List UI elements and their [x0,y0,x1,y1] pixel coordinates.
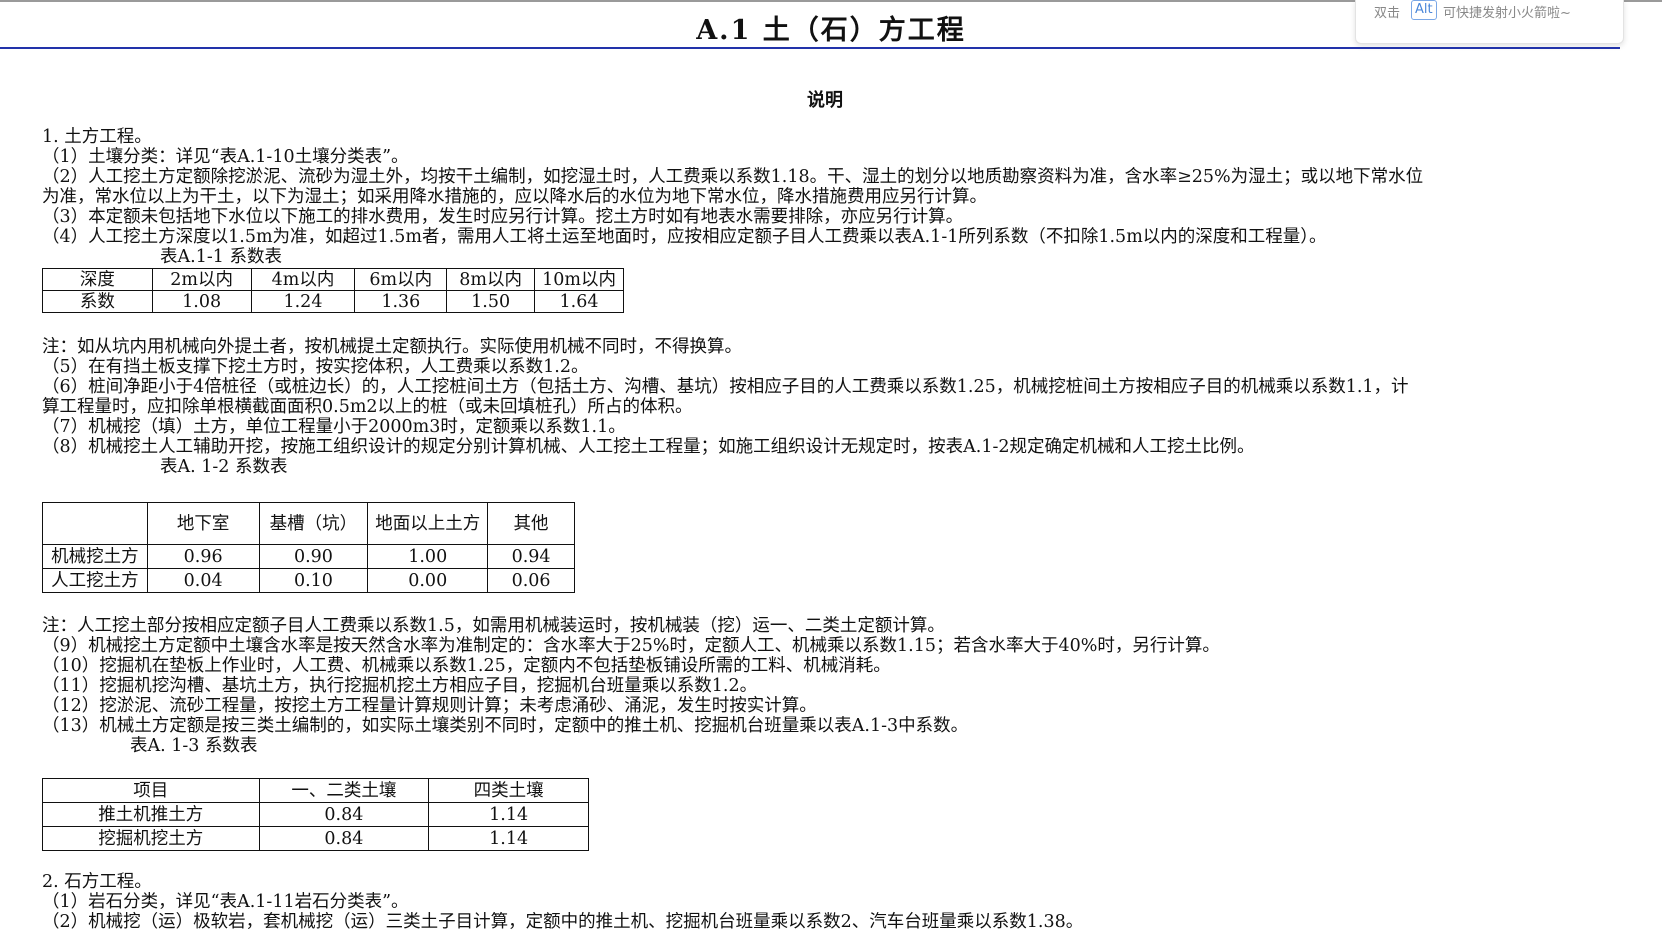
para-rockwork-heading: 2. 石方工程。 [42,872,152,892]
section-heading: 说明 [807,90,843,111]
table-cell: 1.24 [250,290,356,313]
table-cell: 其他 [487,502,575,545]
para-13: （13）机械土方定额是按三类土编制的，如实际土壤类别不同时，定额中的推土机、挖掘… [42,716,969,736]
table2-caption: 表A. 1-2 系数表 [160,457,288,477]
table-row: 系数 1.08 1.24 1.36 1.50 1.64 [42,290,624,313]
table-cell: 0.96 [146,544,260,569]
para-2-cont: 为准，常水位以上为干土，以下为湿土；如采用降水措施的，应以降水后的水位为地下常水… [42,187,987,207]
table-cell: 1.00 [367,544,489,569]
table-cell: 0.06 [487,568,575,593]
para-12: （12）挖淤泥、流砂工程量，按挖土方工程量计算规则计算；未考虑涌砂、涌泥，发生时… [42,696,817,716]
table-cell: 项目 [42,778,260,803]
table-cell: 0.94 [487,544,575,569]
table-cell: 0.84 [258,802,430,827]
table-cell: 推土机推土方 [42,802,260,827]
table-row: 地下室 基槽（坑） 地面以上土方 其他 [42,502,575,545]
table-cell: 6m以内 [354,268,448,291]
para-rock-1: （1）岩石分类，详见“表A.1-11岩石分类表”。 [42,892,409,912]
table-cell: 0.04 [146,568,260,593]
table-cell: 0.10 [258,568,369,593]
para-10: （10）挖掘机在垫板上作业时，人工费、机械乘以系数1.25，定额内不包括垫板铺设… [42,656,891,676]
table-cell: 地面以上土方 [367,502,489,545]
table-cell: 1.08 [151,290,252,313]
para-rock-2: （2）机械挖（运）极软岩，套机械挖（运）三类土子目计算，定额中的推土机、挖掘机台… [42,912,1084,932]
table-cell: 机械挖土方 [42,544,148,569]
para-1: （1）土壤分类：详见“表A.1-10土壤分类表”。 [42,147,409,167]
para-2: （2）人工挖土方定额除挖淤泥、流砂为湿土外，均按干土编制，如挖湿土时，人工费乘以… [42,167,1424,187]
table-a1-2: 地下室 基槽（坑） 地面以上土方 其他 机械挖土方 0.96 0.90 1.00… [42,502,575,593]
table-row: 挖掘机挖土方 0.84 1.14 [42,826,589,851]
para-7: （7）机械挖（填）土方，单位工程量小于2000m3时，定额乘以系数1.1。 [42,417,626,437]
table-row: 深度 2m以内 4m以内 6m以内 8m以内 10m以内 [42,268,624,291]
para-9: （9）机械挖土方定额中土壤含水率是按天然含水率为准制定的：含水率大于25%时，定… [42,636,1220,656]
para-6-cont: 算工程量时，应扣除单根横截面面积0.5m2以上的桩（或未回填桩孔）所占的体积。 [42,397,693,417]
table-cell: 1.36 [354,290,448,313]
table-cell: 0.84 [258,826,430,851]
table-cell: 一、二类土壤 [258,778,430,803]
table-row: 推土机推土方 0.84 1.14 [42,802,589,827]
table-cell: 2m以内 [151,268,252,291]
table-cell: 挖掘机挖土方 [42,826,260,851]
table-a1-1: 深度 2m以内 4m以内 6m以内 8m以内 10m以内 系数 1.08 1.2… [42,268,624,313]
table-cell: 8m以内 [446,268,536,291]
table-cell: 基槽（坑） [258,502,369,545]
table-row: 人工挖土方 0.04 0.10 0.00 0.06 [42,568,575,593]
note-1: 注：如从坑内用机械向外提土者，按机械提土定额执行。实际使用机械不同时，不得换算。 [42,337,742,357]
para-8: （8）机械挖土人工辅助开挖，按施工组织设计的规定分别计算机械、人工挖土工程量；如… [42,437,1255,457]
table-cell: 4m以内 [250,268,356,291]
table-cell: 1.14 [428,826,589,851]
table-cell: 系数 [42,290,153,313]
table-cell: 人工挖土方 [42,568,148,593]
table-cell: 10m以内 [534,268,624,291]
table-cell: 1.64 [534,290,624,313]
table-row: 机械挖土方 0.96 0.90 1.00 0.94 [42,544,575,569]
para-5: （5）在有挡土板支撑下挖土方时，按实挖体积，人工费乘以系数1.2。 [42,357,589,377]
page-title: A.1 土（石）方工程 [696,15,966,46]
para-3: （3）本定额未包括地下水位以下施工的排水费用，发生时应另行计算。挖土方时如有地表… [42,207,964,227]
table-cell: 地下室 [146,502,260,545]
table3-caption: 表A. 1-3 系数表 [130,736,258,756]
note-2: 注：人工挖土部分按相应定额子目人工费乘以系数1.5，如需用机械装运时，按机械装（… [42,616,945,636]
para-6: （6）桩间净距小于4倍桩径（或桩边长）的，人工挖桩间土方（包括土方、沟槽、基坑）… [42,377,1409,397]
table-cell: 1.50 [446,290,536,313]
title-underline [0,47,1620,49]
para-earthwork-heading: 1. 土方工程。 [42,127,152,147]
table-row: 项目 一、二类土壤 四类土壤 [42,778,589,803]
table-cell: 四类土壤 [428,778,589,803]
table-cell: 深度 [42,268,153,291]
table-cell [42,502,148,545]
para-4: （4）人工挖土方深度以1.5m为准，如超过1.5m者，需用人工将土运至地面时，应… [42,227,1327,247]
table-cell: 0.90 [258,544,369,569]
para-11: （11）挖掘机挖沟槽、基坑土方，执行挖掘机挖土方相应子目，挖掘机台班量乘以系数1… [42,676,758,696]
table-cell: 0.00 [367,568,489,593]
table1-caption: 表A.1-1 系数表 [160,247,282,267]
table-cell: 1.14 [428,802,589,827]
table-a1-3: 项目 一、二类土壤 四类土壤 推土机推土方 0.84 1.14 挖掘机挖土方 0… [42,778,589,851]
